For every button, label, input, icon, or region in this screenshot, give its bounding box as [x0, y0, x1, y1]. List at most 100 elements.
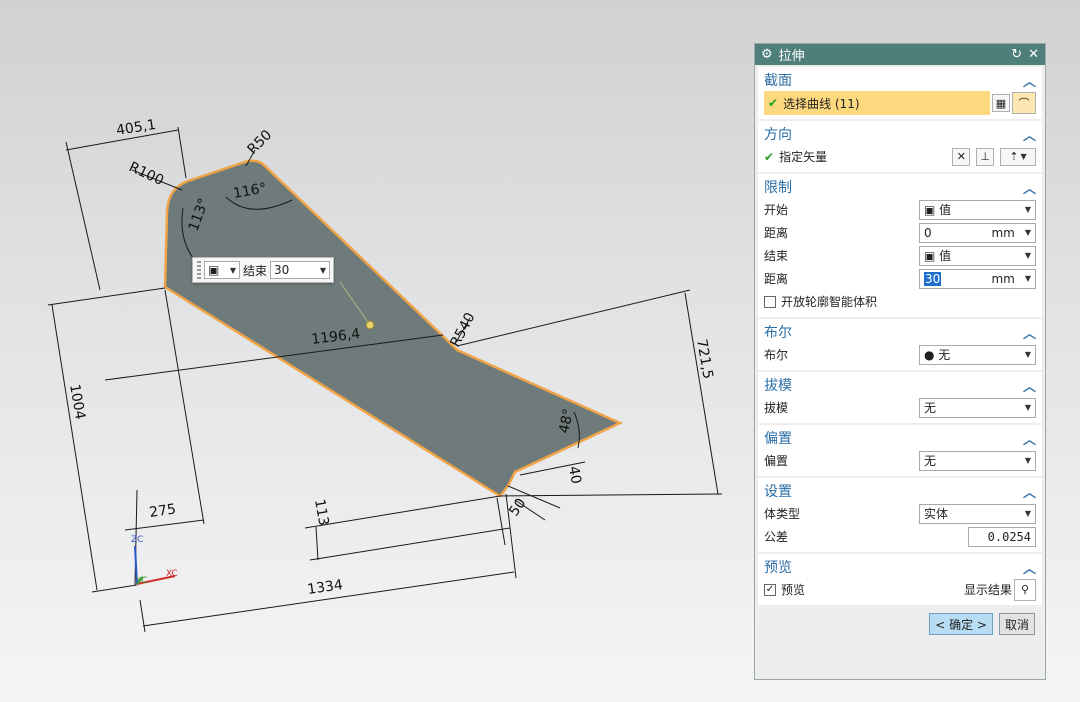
open-profile-checkbox[interactable]	[764, 295, 776, 308]
dialog-title: 拉伸	[778, 49, 805, 64]
chevron-up-icon[interactable]: ︿	[1023, 178, 1036, 197]
end-value-text: 30	[274, 263, 290, 277]
graphics-viewport[interactable]: 405,1 R50 R100 116° 113° 1196,4 R540 721…	[0, 0, 750, 702]
chevron-up-icon[interactable]: ︿	[1023, 323, 1036, 342]
preview-checkbox[interactable]: ✓	[764, 583, 776, 596]
start-distance-field[interactable]: 0 mm ▼	[919, 222, 1036, 243]
cancel-button[interactable]: 取消	[998, 613, 1035, 635]
boolean-title: 布尔	[764, 325, 792, 341]
dim-r100[interactable]: R100	[126, 159, 166, 189]
open-profile-label: 开放轮廓智能体积	[781, 295, 878, 309]
on-screen-end-input: ▣ ▼ 结束 30 ▼	[192, 257, 334, 283]
section-title: 截面	[764, 73, 792, 89]
chevron-up-icon[interactable]: ︿	[1023, 482, 1036, 501]
tolerance-label: 公差	[764, 530, 789, 544]
start-distance-label: 距离	[764, 226, 789, 240]
dim-721[interactable]: 721,5	[693, 338, 716, 380]
direction-header[interactable]: 方向 ︿	[764, 123, 1036, 145]
tolerance-field[interactable]: 0.0254	[968, 526, 1036, 547]
cube-icon: ▣	[924, 203, 940, 217]
start-type-dropdown[interactable]: ▣ 值 ▼	[919, 199, 1036, 220]
end-type-dropdown[interactable]: ▣ 值 ▼	[919, 245, 1036, 266]
boolean-dropdown[interactable]: ● 无 ▼	[919, 344, 1036, 365]
dialog-titlebar[interactable]: ⚙ 拉伸 ↻ ✕	[755, 44, 1045, 65]
end-label: 结束	[764, 249, 789, 263]
dim-r50[interactable]: R50	[245, 127, 276, 158]
boolean-none-icon: ●	[924, 348, 939, 362]
vector-label: 指定矢量	[779, 150, 828, 164]
preview-group: 预览 ︿ ✓ 预览 显示结果 ⚲	[758, 554, 1042, 605]
chevron-down-icon: ▼	[1024, 350, 1031, 359]
section-header[interactable]: 截面 ︿	[764, 69, 1036, 91]
body-type-label: 体类型	[764, 507, 801, 521]
dim-r540[interactable]: R540	[447, 310, 478, 350]
preview-title: 预览	[764, 560, 792, 576]
preview-label: 预览	[781, 583, 806, 597]
extrude-part-body[interactable]	[163, 159, 624, 498]
reset-icon[interactable]: ↻	[1011, 47, 1022, 62]
chevron-down-icon: ▼	[1024, 251, 1031, 260]
value-type-dropdown[interactable]: ▣ ▼	[204, 261, 240, 279]
end-distance-label: 距离	[764, 272, 789, 286]
vector-type-dropdown[interactable]: ⇡ ▼	[1000, 147, 1036, 166]
chevron-up-icon[interactable]: ︿	[1023, 429, 1036, 448]
boolean-header[interactable]: 布尔 ︿	[764, 321, 1036, 343]
axis-y-label: YC	[135, 576, 147, 586]
coordinate-triad: ZC XC YC	[131, 535, 178, 586]
limits-header[interactable]: 限制 ︿	[764, 176, 1036, 198]
boolean-group: 布尔 ︿ 布尔 ● 无 ▼	[758, 319, 1042, 370]
chevron-down-icon: ▼	[1024, 228, 1031, 237]
drag-grip-icon[interactable]	[197, 261, 201, 279]
dim-1334[interactable]: 1334	[306, 577, 344, 598]
chevron-down-icon: ▼	[229, 265, 236, 275]
show-result-label: 显示结果	[963, 583, 1012, 597]
draft-label: 拔模	[764, 401, 789, 415]
dim-405[interactable]: 405,1	[115, 117, 157, 139]
offset-dropdown[interactable]: 无 ▼	[919, 450, 1036, 471]
draft-title: 拔模	[764, 378, 792, 394]
axis-z-label: ZC	[131, 535, 143, 545]
body-type-dropdown[interactable]: 实体 ▼	[919, 503, 1036, 524]
chevron-up-icon[interactable]: ︿	[1023, 558, 1036, 577]
chevron-up-icon[interactable]: ︿	[1023, 376, 1036, 395]
limits-group: 限制 ︿ 开始 ▣ 值 ▼ 距离 0 mm ▼ 结束 ▣ 值 ▼ 距离 30 mm ▼ 开放轮…	[758, 174, 1042, 317]
axis-x-label: XC	[166, 569, 178, 579]
cube-icon: ▣	[924, 249, 940, 263]
ok-button[interactable]: < 确定 >	[929, 613, 993, 635]
dim-50[interactable]: 50	[506, 496, 529, 520]
chevron-down-icon: ▼	[1024, 403, 1031, 412]
sketch-section-icon[interactable]: ▦	[992, 94, 1010, 112]
chevron-down-icon: ▼	[1024, 205, 1031, 214]
sketch-canvas: 405,1 R50 R100 116° 113° 1196,4 R540 721…	[47, 117, 723, 633]
end-value-field[interactable]: 30 ▼	[270, 261, 331, 279]
gear-icon[interactable]: ⚙	[761, 47, 773, 62]
preview-header[interactable]: 预览 ︿	[764, 556, 1036, 578]
cube-icon: ▣	[208, 263, 220, 277]
draft-group: 拔模 ︿ 拔模 无 ▼	[758, 372, 1042, 423]
reverse-direction-icon[interactable]: ✕	[952, 147, 971, 166]
boolean-label: 布尔	[764, 348, 789, 362]
draft-header[interactable]: 拔模 ︿	[764, 374, 1036, 396]
end-distance-field[interactable]: 30 mm ▼	[919, 268, 1036, 289]
dim-113[interactable]: 113	[311, 498, 331, 527]
draft-dropdown[interactable]: 无 ▼	[919, 397, 1036, 418]
vector-dialog-icon[interactable]: ⊥	[976, 147, 995, 166]
chevron-down-icon: ▼	[1024, 509, 1031, 518]
chevron-up-icon[interactable]: ︿	[1023, 71, 1036, 90]
offset-group: 偏置 ︿ 偏置 无 ▼	[758, 425, 1042, 476]
chevron-up-icon[interactable]: ︿	[1023, 125, 1036, 144]
dim-40[interactable]: 40	[565, 465, 584, 485]
drag-handle[interactable]	[365, 320, 375, 330]
section-group: 截面 ︿ ✔ 选择曲线 (11) ▦ ⌒	[758, 67, 1042, 119]
magnifier-icon[interactable]: ⚲	[1014, 578, 1036, 601]
offset-header[interactable]: 偏置 ︿	[764, 427, 1036, 449]
settings-header[interactable]: 设置 ︿	[764, 480, 1036, 502]
check-icon: ✔	[764, 150, 775, 164]
limits-title: 限制	[764, 180, 792, 196]
dim-275[interactable]: 275	[148, 501, 177, 521]
settings-title: 设置	[764, 484, 792, 500]
close-icon[interactable]: ✕	[1028, 47, 1039, 62]
curve-icon[interactable]: ⌒	[1012, 92, 1036, 114]
chevron-down-icon: ▼	[1024, 456, 1031, 465]
select-curve-row[interactable]: ✔ 选择曲线 (11)	[764, 91, 990, 115]
